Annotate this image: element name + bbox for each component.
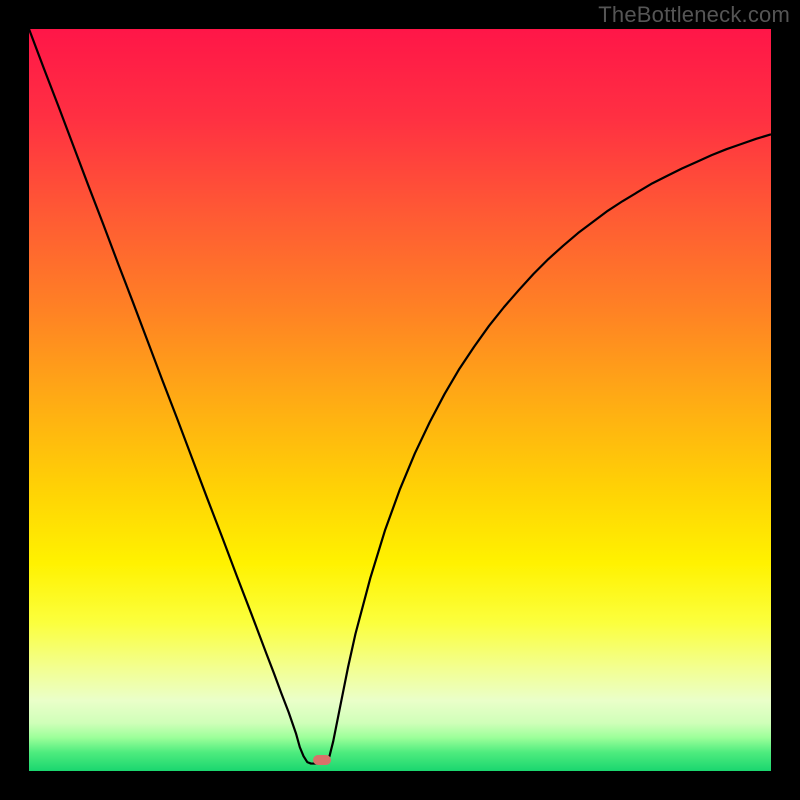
- gradient-background: [29, 29, 771, 771]
- chart-frame: TheBottleneck.com: [0, 0, 800, 800]
- watermark-text: TheBottleneck.com: [598, 2, 790, 28]
- optimum-marker: [313, 755, 331, 765]
- chart-svg: [29, 29, 771, 771]
- plot-area: [29, 29, 771, 771]
